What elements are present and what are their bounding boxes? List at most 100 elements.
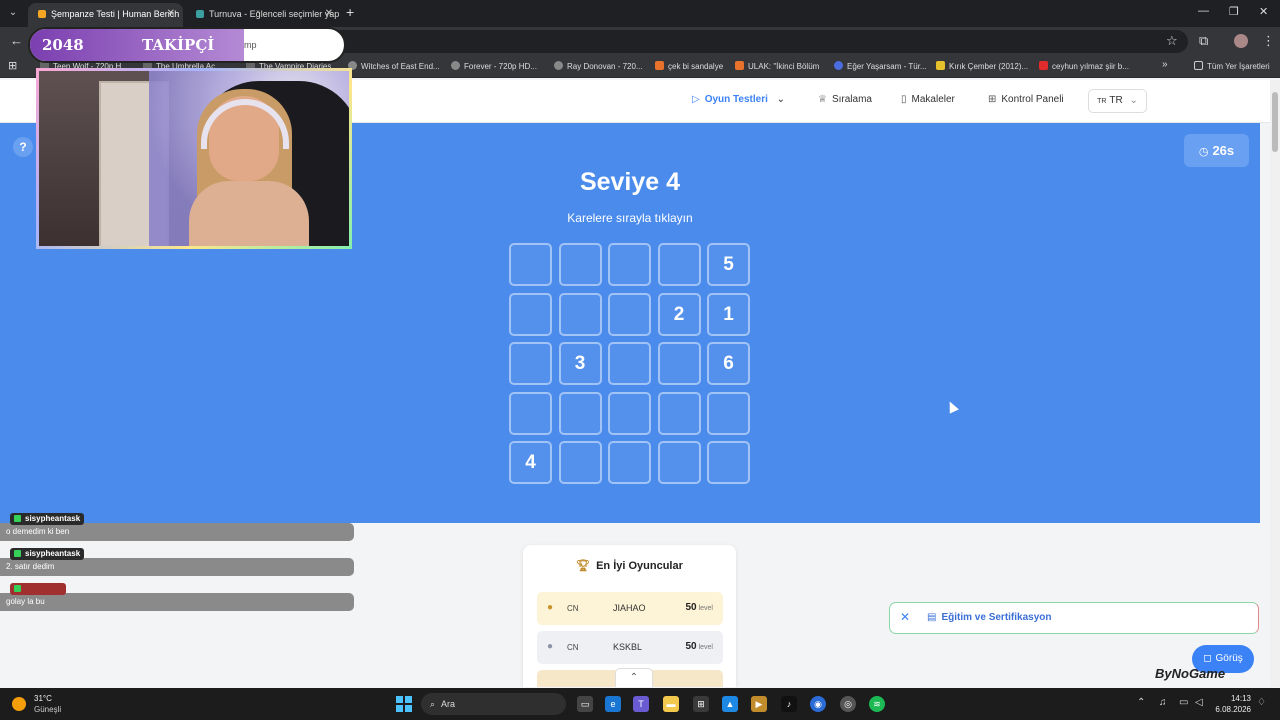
- close-icon[interactable]: ✕: [167, 3, 175, 25]
- extensions-icon[interactable]: ⧉: [1199, 33, 1208, 49]
- trophy-icon: ♕: [818, 94, 827, 105]
- notification-bell-icon[interactable]: ♢: [1257, 697, 1266, 708]
- tab-favicon: [38, 10, 46, 18]
- grid-cell[interactable]: 1: [707, 292, 750, 336]
- bookmark-item[interactable]: Forever - 720p HD...: [451, 61, 537, 71]
- sun-icon: [12, 697, 26, 711]
- close-icon[interactable]: ✕: [325, 3, 333, 25]
- lang-label: TR: [1109, 95, 1123, 106]
- new-tab-icon[interactable]: +: [346, 4, 354, 20]
- grid-cell[interactable]: 4: [509, 441, 552, 484]
- bookmark-item[interactable]: Witches of East End...: [348, 61, 440, 71]
- grid-cell[interactable]: [657, 441, 701, 484]
- tray-chevron-up-icon[interactable]: ⌃: [1137, 697, 1145, 708]
- restore-icon[interactable]: ❐: [1229, 5, 1239, 18]
- grid-cell[interactable]: 2: [657, 292, 701, 336]
- minimize-icon[interactable]: —: [1198, 5, 1209, 17]
- chevron-up-icon[interactable]: ⌃: [615, 668, 653, 687]
- language-select[interactable]: TR TR ⌄: [1088, 89, 1147, 113]
- grid-cell[interactable]: [558, 243, 602, 286]
- grid-cell[interactable]: [558, 292, 602, 336]
- grid-cell[interactable]: [707, 441, 750, 484]
- url-peek: mp: [244, 40, 257, 50]
- scrollbar-thumb[interactable]: [1272, 92, 1278, 152]
- profile-avatar[interactable]: [1234, 34, 1248, 48]
- grid-cell[interactable]: [657, 342, 701, 385]
- edge-icon[interactable]: e: [605, 696, 621, 712]
- lang-flag-code: TR: [1097, 98, 1107, 105]
- grid-cell[interactable]: [608, 243, 651, 286]
- player-name: JIAHAO: [613, 603, 646, 613]
- grid-cell[interactable]: [657, 243, 701, 286]
- obs-icon[interactable]: ◎: [840, 696, 856, 712]
- grid-cell[interactable]: [657, 391, 701, 435]
- browser-tab-strip: ⌄ Şempanze Testi | Human Bench ✕ Turnuva…: [0, 0, 1280, 27]
- grid-cell[interactable]: [608, 292, 651, 336]
- nav-games-menu[interactable]: ▷ Oyun Testleri ⌄: [692, 94, 785, 105]
- windows-start-icon[interactable]: [396, 696, 412, 712]
- nav-ranking[interactable]: ♕ Sıralama: [818, 94, 872, 105]
- taskbar-clock[interactable]: 14:13 6.08.2026: [1211, 693, 1251, 715]
- store-icon[interactable]: ⊞: [693, 696, 709, 712]
- grid-cell[interactable]: 5: [707, 243, 750, 286]
- grid-cell[interactable]: [509, 243, 552, 286]
- grid-cell[interactable]: [608, 441, 651, 484]
- window-close-icon[interactable]: ✕: [1259, 5, 1268, 18]
- grid-cell[interactable]: [509, 292, 552, 336]
- help-button[interactable]: ?: [13, 137, 33, 157]
- education-label: ▤ Eğitim ve Sertifikasyon: [927, 612, 1052, 623]
- close-icon[interactable]: ✕: [900, 610, 910, 624]
- nav-articles[interactable]: ▯ Makaleler: [901, 94, 955, 105]
- search-icon: ⌕: [430, 699, 436, 709]
- clock-icon: ◷: [1198, 146, 1209, 158]
- spotify-icon[interactable]: ≋: [869, 696, 885, 712]
- tab-chimp-test[interactable]: Şempanze Testi | Human Bench ✕: [28, 3, 183, 27]
- weather-description: Güneşli: [34, 705, 62, 714]
- bookmark-item[interactable]: ceyhun yılmaz şiir b...: [1039, 61, 1129, 71]
- grid-cell[interactable]: [558, 391, 602, 435]
- bookmark-item[interactable]: Eğer Yaşarsam - Tür...: [834, 61, 927, 71]
- trophy-icon: 🏆︎: [576, 560, 591, 572]
- photos-icon[interactable]: ▲: [722, 696, 738, 712]
- network-icon[interactable]: ▭: [1179, 697, 1188, 708]
- media-player-icon[interactable]: ▶: [751, 696, 767, 712]
- chrome-icon[interactable]: ◉: [810, 696, 826, 712]
- back-icon[interactable]: ←: [10, 33, 23, 48]
- bookmark-item[interactable]: ULAK: "İkinci Bölüm: [735, 61, 819, 71]
- volume-icon[interactable]: ◁: [1195, 697, 1203, 708]
- microphone-icon[interactable]: ♫: [1159, 697, 1167, 708]
- grid-cell[interactable]: [509, 391, 552, 435]
- player-name: KSKBL: [613, 642, 643, 652]
- nav-dashboard[interactable]: ⊞ Kontrol Paneli: [988, 94, 1064, 105]
- grid-cell[interactable]: [707, 391, 750, 435]
- chat-text: o demedim ki ben: [0, 523, 354, 541]
- tab-search-chevron-icon[interactable]: ⌄: [4, 4, 22, 22]
- all-bookmarks[interactable]: Tüm Yer İşaretleri: [1194, 61, 1270, 71]
- grid-cell[interactable]: 3: [558, 342, 602, 385]
- taskbar-search[interactable]: ⌕ Ara: [421, 693, 566, 715]
- mouse-cursor-icon: [945, 399, 959, 414]
- tiktok-icon[interactable]: ♪: [781, 696, 797, 712]
- bookmark-item[interactable]: Kırık Çember (2012)...: [936, 61, 1028, 71]
- grid-cell[interactable]: [558, 441, 602, 484]
- more-menu-icon[interactable]: ⋮: [1262, 33, 1275, 49]
- task-view-icon[interactable]: ▭: [577, 696, 593, 712]
- file-explorer-icon[interactable]: ▬: [663, 696, 679, 712]
- more-bookmarks-icon[interactable]: »: [1162, 59, 1168, 70]
- teams-icon[interactable]: T: [633, 696, 649, 712]
- grid-cell[interactable]: [509, 342, 552, 385]
- grid-cell[interactable]: [608, 342, 651, 385]
- leaderboard-title: 🏆︎ En İyi Oyuncular: [576, 560, 683, 572]
- player-score: 50 level: [685, 602, 713, 613]
- grid-cell[interactable]: 6: [707, 342, 750, 385]
- tab-tournament[interactable]: Turnuva - Eğlenceli seçimler yap ✕: [186, 3, 341, 27]
- leaderboard-row[interactable]: ● CN KSKBL 50 level: [537, 631, 723, 664]
- apps-grid-icon[interactable]: ⊞: [8, 59, 17, 72]
- bookmark-star-icon[interactable]: ☆: [1166, 33, 1178, 49]
- page-scrollbar[interactable]: [1270, 80, 1280, 687]
- bookmark-item[interactable]: çek bi sandalye: [655, 61, 723, 71]
- grid-cell[interactable]: [608, 391, 651, 435]
- education-banner[interactable]: ✕ ▤ Eğitim ve Sertifikasyon: [889, 602, 1259, 634]
- leaderboard-row[interactable]: ● CN JIAHAO 50 level: [537, 592, 723, 625]
- bookmark-item[interactable]: Ray Donovan - 720...: [554, 61, 643, 71]
